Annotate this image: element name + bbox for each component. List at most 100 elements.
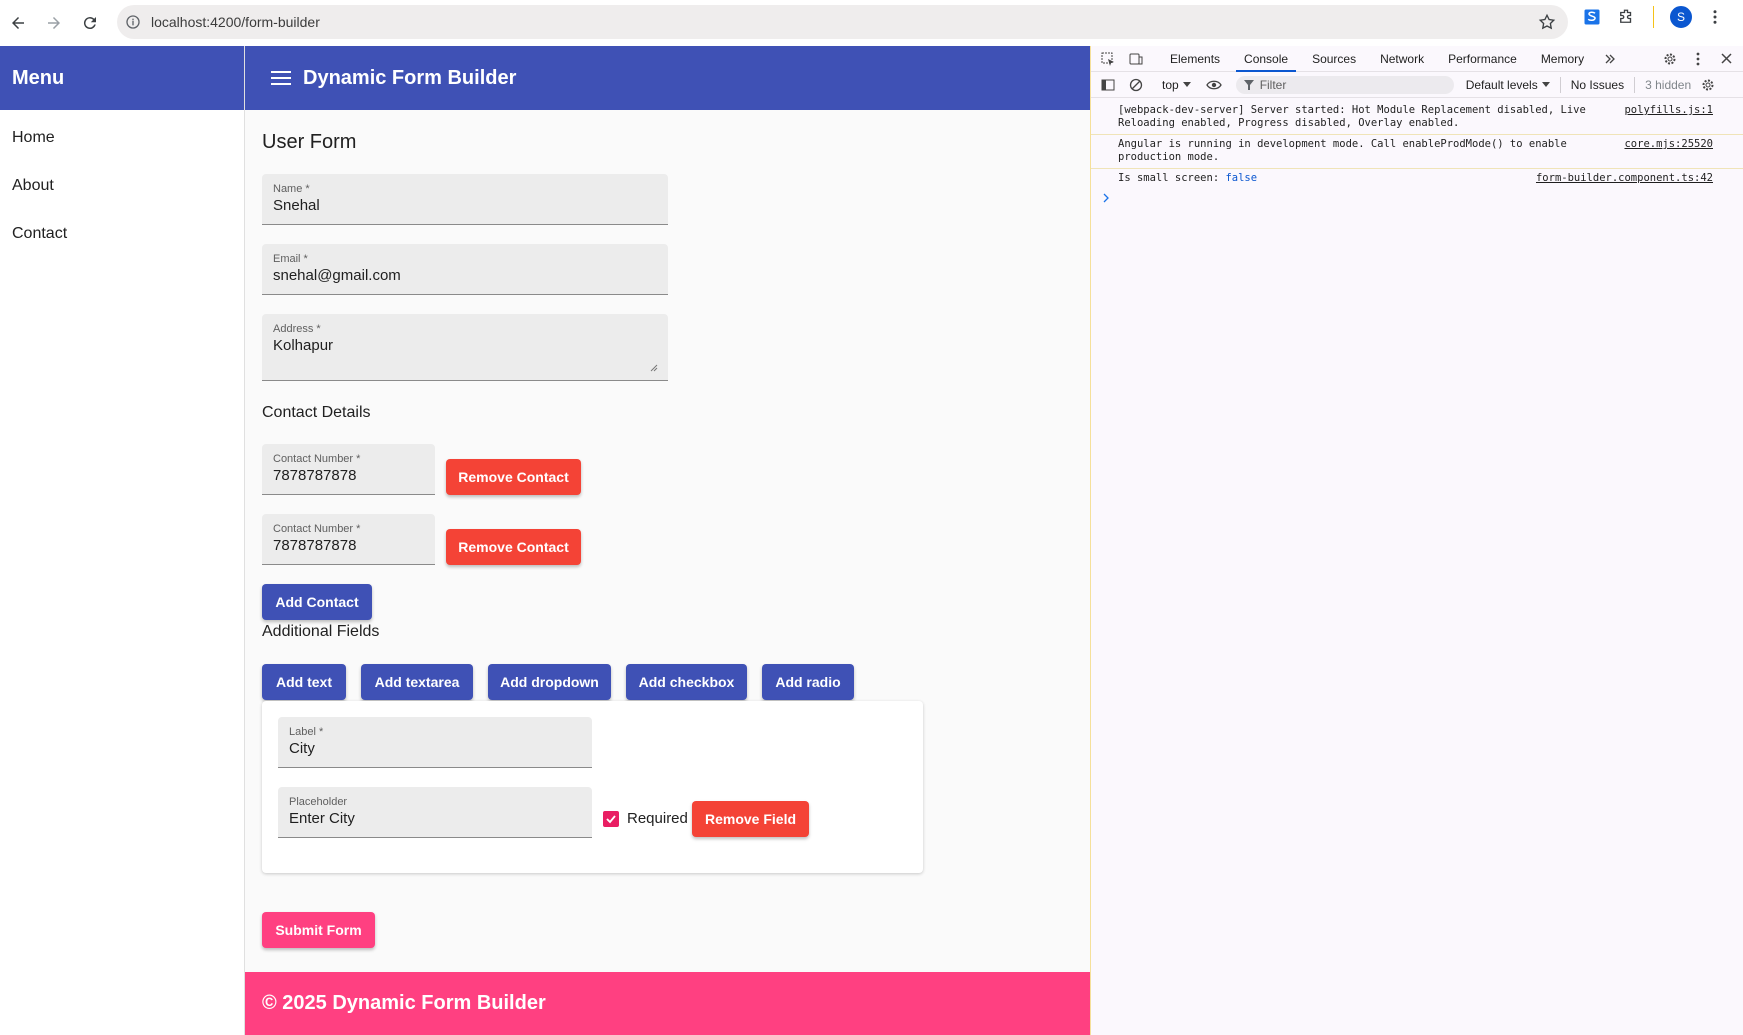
console-message-text-wrap: Is small screen: false [1118, 172, 1536, 185]
log-levels-dropdown[interactable]: Default levels [1466, 78, 1550, 92]
field-placeholder-input[interactable]: Placeholder Enter City [278, 787, 592, 838]
live-expression-eye-icon[interactable] [1205, 76, 1223, 94]
clear-console-icon[interactable] [1127, 76, 1145, 94]
console-message-source[interactable]: core.mjs:25520 [1624, 138, 1713, 164]
sidenav-item-contact[interactable]: Contact [0, 210, 244, 258]
tab-elements[interactable]: Elements [1158, 46, 1232, 72]
toolbar-divider [1634, 76, 1636, 93]
inspect-element-icon[interactable] [1099, 50, 1117, 68]
issues-count[interactable]: No Issues [1571, 78, 1624, 92]
app-footer: © 2025 Dynamic Form Builder [245, 972, 1090, 1035]
toolbar-divider [1653, 6, 1654, 28]
tab-network[interactable]: Network [1368, 46, 1436, 72]
address-field-value[interactable]: Kolhapur [273, 337, 333, 354]
add-dropdown-button[interactable]: Add dropdown [488, 664, 611, 700]
name-field-value[interactable]: Snehal [273, 197, 320, 214]
app-viewport: Menu Home About Contact Dynamic Form Bui… [0, 46, 1090, 1035]
field-label-input[interactable]: Label * City [278, 717, 592, 768]
browser-toolbar: localhost:4200/form-builder S [0, 0, 1743, 46]
contact-number-value[interactable]: 7878787878 [273, 467, 356, 484]
console-messages: [webpack-dev-server] Server started: Hot… [1091, 98, 1743, 206]
add-text-button[interactable]: Add text [262, 664, 346, 700]
add-checkbox-button[interactable]: Add checkbox [626, 664, 747, 700]
devtools-tabbar: Elements Console Sources Network Perform… [1091, 46, 1743, 72]
device-toolbar-icon[interactable] [1127, 50, 1145, 68]
app-toolbar: Dynamic Form Builder [245, 46, 1090, 110]
menu-icon[interactable] [269, 66, 293, 90]
hidden-count: 3 hidden [1645, 77, 1692, 92]
back-icon[interactable] [0, 5, 36, 41]
add-textarea-button[interactable]: Add textarea [361, 664, 473, 700]
required-label[interactable]: Required [627, 810, 688, 827]
toolbar-divider [1559, 76, 1561, 93]
sidenav-item-about[interactable]: About [0, 162, 244, 210]
tab-memory[interactable]: Memory [1529, 46, 1596, 72]
bookmark-star-icon[interactable] [1538, 13, 1556, 31]
extension-app-icon[interactable] [1581, 6, 1603, 28]
console-toolbar: top Filter Default levels No Issues 3 hi… [1091, 72, 1743, 98]
site-info-icon[interactable] [125, 14, 141, 30]
app-title: Dynamic Form Builder [303, 66, 517, 89]
additional-fields-title: Additional Fields [262, 623, 380, 640]
resize-handle-icon[interactable] [650, 364, 658, 372]
log-levels-label: Default levels [1465, 77, 1538, 92]
add-radio-button[interactable]: Add radio [762, 664, 854, 700]
filter-funnel-icon [1243, 79, 1254, 90]
console-message: Angular is running in development mode. … [1091, 135, 1743, 169]
console-message-source[interactable]: form-builder.component.ts:42 [1536, 172, 1713, 185]
address-field-label: Address * [273, 323, 321, 335]
console-message-source[interactable]: polyfills.js:1 [1624, 104, 1713, 130]
more-options-icon[interactable] [1704, 6, 1726, 28]
more-tabs-icon[interactable] [1601, 50, 1619, 68]
settings-gear-icon[interactable] [1661, 50, 1679, 68]
address-bar[interactable]: localhost:4200/form-builder [117, 5, 1568, 39]
console-message-text: [webpack-dev-server] Server started: Hot… [1118, 104, 1586, 129]
contact-number-field[interactable]: Contact Number * 7878787878 [262, 444, 435, 495]
required-checkbox[interactable] [603, 811, 619, 827]
contact-number-field[interactable]: Contact Number * 7878787878 [262, 514, 435, 565]
contact-number-value[interactable]: 7878787878 [273, 537, 356, 554]
console-message-text: Is small screen: [1118, 172, 1226, 184]
name-field-label: Name * [273, 183, 310, 195]
console-settings-gear-icon[interactable] [1699, 76, 1717, 94]
sidebar-toggle-icon[interactable] [1099, 76, 1117, 94]
name-field[interactable]: Name * Snehal [262, 174, 668, 225]
forward-icon[interactable] [36, 5, 72, 41]
remove-contact-button[interactable]: Remove Contact [446, 459, 581, 495]
sidenav-title: Menu [0, 46, 244, 110]
submit-form-button[interactable]: Submit Form [262, 912, 375, 948]
contact-number-label: Contact Number * [273, 523, 361, 535]
email-field[interactable]: Email * snehal@gmail.com [262, 244, 668, 295]
prompt-chevron-icon [1103, 193, 1109, 203]
dynamic-field-card: Label * City Placeholder Enter City Requ… [262, 701, 923, 873]
profile-avatar[interactable]: S [1670, 6, 1692, 28]
customize-menu-icon[interactable] [1689, 50, 1707, 68]
tab-console[interactable]: Console [1232, 46, 1300, 72]
console-filter-input[interactable]: Filter [1235, 75, 1454, 94]
reload-icon[interactable] [72, 5, 108, 41]
filter-placeholder: Filter [1259, 77, 1287, 92]
context-selector[interactable]: top [1162, 78, 1191, 92]
extensions-puzzle-icon[interactable] [1615, 6, 1637, 28]
close-devtools-icon[interactable] [1717, 50, 1735, 68]
tab-performance[interactable]: Performance [1436, 46, 1529, 72]
remove-contact-button[interactable]: Remove Contact [446, 529, 581, 565]
tab-sources[interactable]: Sources [1300, 46, 1368, 72]
console-prompt[interactable] [1091, 189, 1743, 206]
form-title: User Form [262, 131, 357, 153]
contact-number-label: Contact Number * [273, 453, 361, 465]
field-label-label: Label * [289, 726, 324, 738]
devtools-panel: Elements Console Sources Network Perform… [1090, 46, 1743, 1035]
remove-field-button[interactable]: Remove Field [692, 801, 809, 837]
add-contact-button[interactable]: Add Contact [262, 584, 372, 620]
address-field[interactable]: Address * Kolhapur [262, 314, 668, 381]
console-message-text: Angular is running in development mode. … [1118, 138, 1567, 163]
sidenav-item-home[interactable]: Home [0, 114, 244, 162]
field-label-value[interactable]: City [289, 740, 315, 757]
console-message: [webpack-dev-server] Server started: Hot… [1091, 98, 1743, 135]
field-placeholder-value[interactable]: Enter City [289, 810, 355, 827]
email-field-value[interactable]: snehal@gmail.com [273, 267, 401, 284]
console-message: Is small screen: false form-builder.comp… [1091, 169, 1743, 189]
field-placeholder-label: Placeholder [289, 796, 348, 808]
dropdown-arrow-icon [1182, 81, 1191, 87]
